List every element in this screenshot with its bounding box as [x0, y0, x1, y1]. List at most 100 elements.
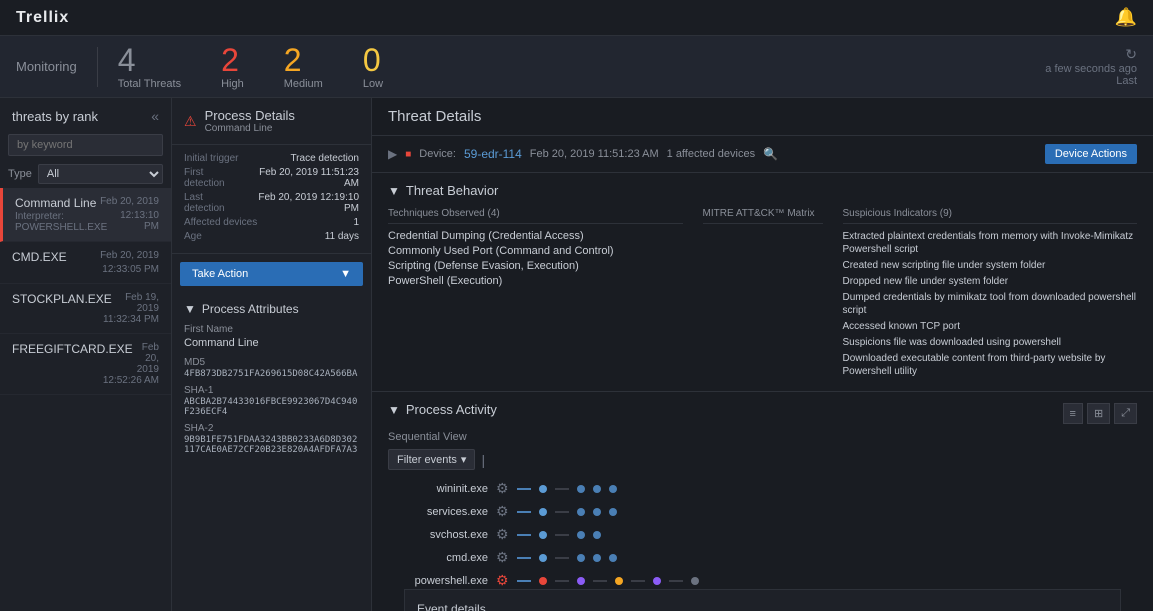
technique-item: Scripting (Defense Evasion, Execution) [388, 260, 683, 272]
process-header: ⚠ Process Details Command Line [172, 98, 371, 145]
process-dot [593, 554, 601, 562]
behavior-header[interactable]: ▼ Threat Behavior [388, 183, 1137, 198]
filter-label: Filter events [397, 454, 457, 466]
process-header-text: Process Details Command Line [205, 108, 295, 134]
device-actions-button[interactable]: Device Actions [1045, 144, 1137, 164]
process-row-cmd: cmd.exe ⚙ [398, 549, 1137, 566]
process-attributes-section: ▼ Process Attributes First Name Command … [172, 294, 371, 469]
device-search-icon[interactable]: 🔍 [763, 147, 778, 161]
take-action-button[interactable]: Take Action ▼ [180, 262, 363, 286]
sha1-label: SHA-1 [184, 385, 359, 396]
item-time: 12:33:05 PM [102, 264, 159, 275]
device-name[interactable]: 59-edr-114 [464, 147, 522, 161]
gear-icon: ⚙ [496, 572, 509, 589]
grid-view-button[interactable]: ⊞ [1087, 403, 1110, 424]
connector [555, 557, 569, 559]
process-dot [593, 531, 601, 539]
first-name-label: First Name [184, 324, 359, 335]
refresh-icon[interactable]: ↻ [1125, 46, 1137, 63]
list-view-button[interactable]: ≡ [1063, 403, 1083, 424]
device-status-icon: ■ [405, 149, 411, 160]
first-detection-value: Feb 20, 2019 11:51:23 AM [245, 167, 359, 189]
process-name: wininit.exe [398, 483, 488, 495]
last-refresh-time: a few seconds ago [1045, 63, 1137, 75]
connector [517, 488, 531, 490]
affected-devices-value: 1 [353, 217, 359, 228]
total-threats-value: 4 [118, 44, 181, 76]
indicator-item: Extracted plaintext credentials from mem… [843, 230, 1138, 256]
sha2-value: 9B9B1FE751FDAA3243BB0233A6D8D302117CAE0A… [184, 435, 359, 455]
last-detection-label: Last detection [184, 192, 244, 214]
sidebar-title: threats by rank « [0, 98, 171, 130]
age-label: Age [184, 231, 202, 242]
process-dot [593, 485, 601, 493]
sidebar-title-text: threats by rank [12, 109, 98, 124]
last-label: Last [1116, 75, 1137, 87]
sidebar-search[interactable] [8, 134, 163, 156]
top-nav: Trellix 🔔 [0, 0, 1153, 36]
connector [631, 580, 645, 582]
process-dot [609, 554, 617, 562]
behavior-title: Threat Behavior [406, 183, 499, 198]
item-name: CMD.EXE [12, 250, 67, 264]
notification-icon[interactable]: 🔔 [1115, 7, 1137, 28]
collapse-button[interactable]: « [151, 108, 159, 124]
process-dot [609, 485, 617, 493]
low-label: Low [363, 78, 383, 90]
gear-icon: ⚙ [496, 480, 509, 497]
total-threats-stat: 4 Total Threats [118, 44, 181, 90]
process-dot [593, 508, 601, 516]
techniques-header: Techniques Observed (4) [388, 208, 683, 224]
threat-behavior-section: ▼ Threat Behavior Techniques Observed (4… [372, 173, 1153, 392]
indicator-item: Accessed known TCP port [843, 320, 1138, 333]
filter-select[interactable]: All [38, 164, 163, 184]
item-name: STOCKPLAN.EXE [12, 292, 112, 306]
item-time: 11:32:34 PM [103, 314, 159, 325]
medium-stat: 2 Medium [284, 44, 323, 90]
affected-devices-label: Affected devices [184, 217, 257, 228]
item-sub: Interpreter: POWERSHELL.EXE [15, 211, 118, 233]
expand-icon[interactable]: ▶ [388, 147, 397, 161]
total-threats-label: Total Threats [118, 78, 181, 90]
process-dot [577, 531, 585, 539]
list-item[interactable]: CMD.EXE Feb 20, 2019 12:33:05 PM [0, 242, 171, 284]
expand-view-button[interactable]: ⤢ [1114, 403, 1137, 424]
search-input[interactable] [8, 134, 163, 156]
low-stat: 0 Low [363, 44, 383, 90]
take-action-chevron: ▼ [340, 268, 351, 280]
process-name: services.exe [398, 506, 488, 518]
connector [517, 580, 531, 582]
filter-events-button[interactable]: Filter events ▾ [388, 449, 475, 470]
filter-icon: ▾ [461, 453, 467, 466]
initial-trigger-label: Initial trigger [184, 153, 238, 164]
low-value: 0 [363, 44, 383, 76]
process-attributes-header[interactable]: ▼ Process Attributes [184, 302, 359, 316]
threat-details-title: Threat Details [388, 108, 1137, 125]
list-item[interactable]: Command Line Feb 20, 2019 Interpreter: P… [0, 188, 171, 242]
chevron-down-icon: ▼ [388, 184, 400, 198]
medium-label: Medium [284, 78, 323, 90]
last-detection-value: Feb 20, 2019 12:19:10 PM [244, 192, 359, 214]
process-title: Process Details [205, 108, 295, 123]
filter-label: Type [8, 168, 32, 180]
process-dot [615, 577, 623, 585]
process-attributes-label: Process Attributes [202, 302, 299, 316]
mitre-col: MITRE ATT&CK™ Matrix [703, 208, 823, 381]
indicator-item: Created new scripting file under system … [843, 259, 1138, 272]
process-row-svchost: svchost.exe ⚙ [398, 526, 1137, 543]
process-dot [539, 577, 547, 585]
item-time: 12:52:26 AM [103, 375, 159, 386]
high-label: High [221, 78, 244, 90]
first-name-value: Command Line [184, 337, 359, 349]
chevron-down-icon: ▼ [184, 302, 196, 316]
process-meta: Initial trigger Trace detection First de… [172, 145, 371, 254]
sha2-label: SHA-2 [184, 423, 359, 434]
indicators-col: Suspicious Indicators (9) Extracted plai… [843, 208, 1138, 381]
device-bar: ▶ ■ Device: 59-edr-114 Feb 20, 2019 11:5… [372, 136, 1153, 173]
item-name: FREEGIFTCARD.EXE [12, 342, 133, 356]
list-item[interactable]: FREEGIFTCARD.EXE Feb 20, 2019 12:52:26 A… [0, 334, 171, 395]
threat-list: Command Line Feb 20, 2019 Interpreter: P… [0, 188, 171, 611]
activity-header[interactable]: ▼ Process Activity [388, 402, 497, 417]
process-activity-section: ▼ Process Activity ≡ ⊞ ⤢ Sequential View… [372, 392, 1153, 611]
list-item[interactable]: STOCKPLAN.EXE Feb 19, 2019 11:32:34 PM [0, 284, 171, 334]
